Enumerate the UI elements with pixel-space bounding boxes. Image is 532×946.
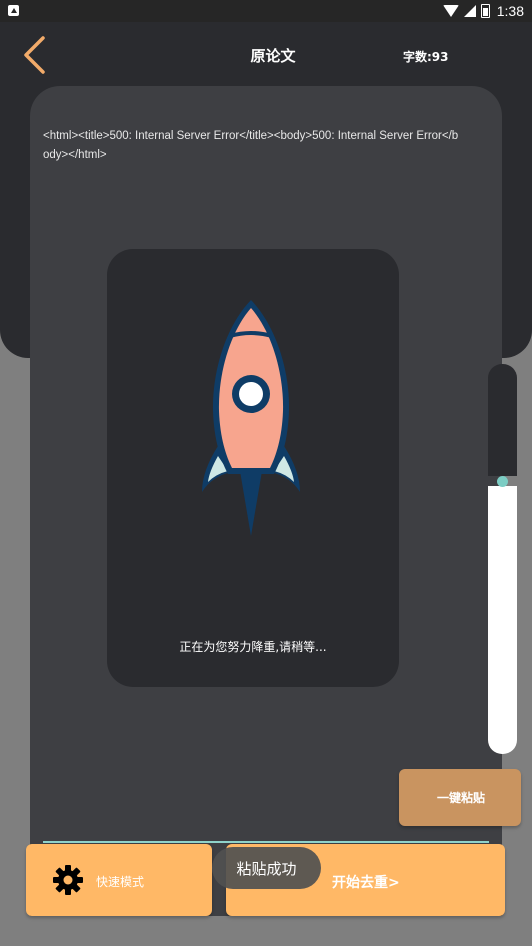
- app-notification-icon: [8, 5, 19, 16]
- status-clock: 1:38: [496, 3, 524, 19]
- slider-track-lower[interactable]: [488, 486, 517, 754]
- paper-text-content[interactable]: <html><title>500: Internal Server Error<…: [43, 127, 463, 165]
- word-count: 字数:93: [403, 50, 449, 64]
- status-icons: 1:38: [442, 2, 524, 20]
- paste-success-toast: 粘贴成功: [212, 847, 321, 889]
- slider-track-upper[interactable]: [488, 364, 517, 476]
- page-title: 原论文: [250, 47, 296, 65]
- slider-thumb[interactable]: [497, 476, 508, 487]
- gear-icon: [53, 865, 83, 895]
- cell-signal-icon: [463, 5, 476, 17]
- loading-message: 正在为您努力降重,请稍等...: [179, 640, 327, 654]
- wifi-icon: [442, 5, 459, 17]
- status-bar: 1:38: [0, 0, 532, 22]
- rocket-icon: [202, 300, 300, 536]
- paste-button[interactable]: 一键粘贴: [399, 769, 521, 826]
- text-input-underline: [43, 841, 489, 843]
- start-dedup-label: 开始去重>: [332, 875, 400, 891]
- battery-icon: [480, 4, 490, 18]
- quick-mode-label: 快速模式: [96, 875, 145, 889]
